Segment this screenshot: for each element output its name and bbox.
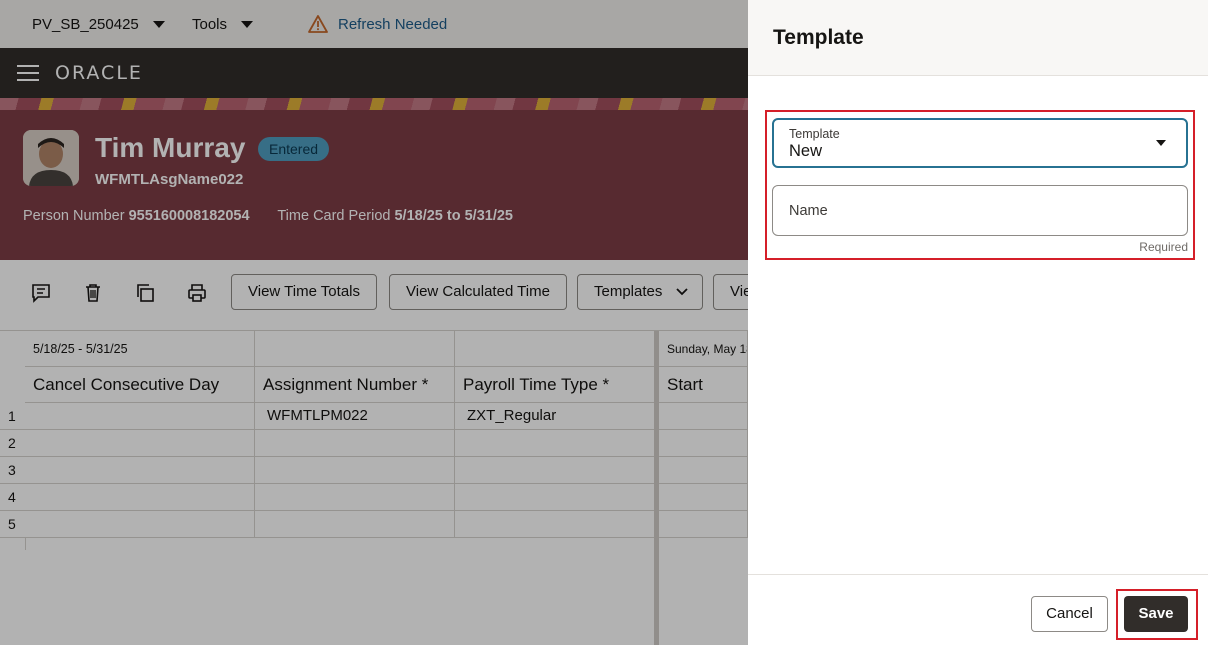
dropdown-arrow-icon [1156, 140, 1166, 146]
timecard-page: PV_SB_250425 Tools Refresh Needed ORACLE [0, 0, 748, 645]
template-drawer: Template Template New Name Required Canc… [748, 0, 1208, 645]
template-name-field[interactable]: Name [772, 185, 1188, 236]
drawer-title: Template [773, 26, 864, 49]
required-hint: Required [1139, 240, 1188, 254]
template-select-label: Template [789, 127, 840, 141]
modal-overlay[interactable] [0, 0, 748, 645]
drawer-footer: Cancel Save [748, 574, 1208, 645]
template-select[interactable]: Template New [772, 118, 1188, 168]
cancel-button[interactable]: Cancel [1031, 596, 1108, 632]
drawer-header: Template [748, 0, 1208, 76]
save-button[interactable]: Save [1124, 596, 1188, 632]
template-select-value: New [789, 142, 823, 160]
name-field-label: Name [789, 203, 828, 219]
